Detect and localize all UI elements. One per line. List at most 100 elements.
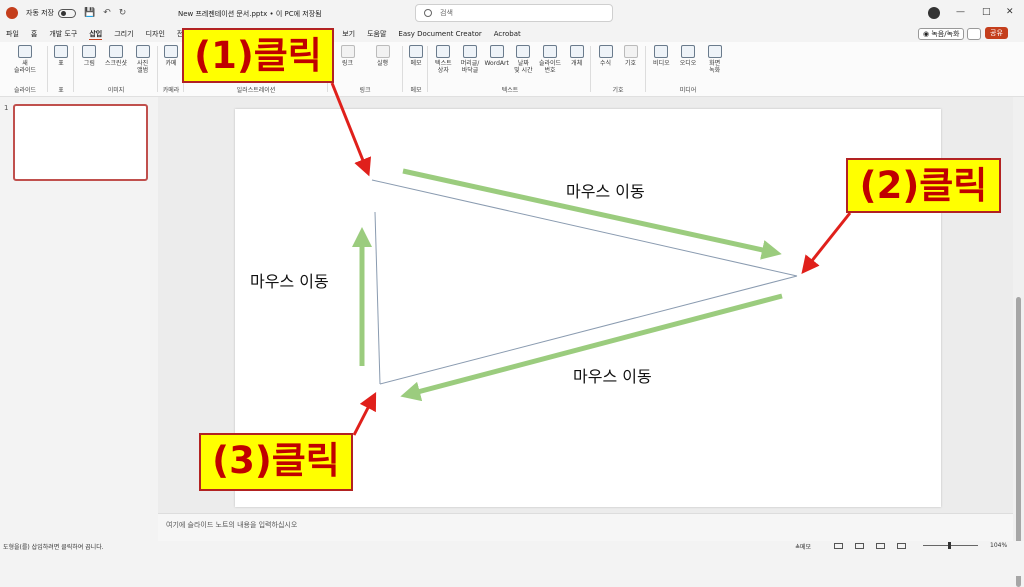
tab-14[interactable]: Acrobat [494,30,521,38]
zoom-level[interactable]: 104% [990,542,1007,549]
autosave-label: 자동 저장 [26,9,54,17]
ribbon-button-label: 오디오 [679,60,697,67]
ribbon-group-label: 링크 [359,87,371,94]
ribbon-button-icon [436,45,451,58]
ribbon-button-label: 기호 [624,60,637,67]
ribbon-button-icon [462,45,477,58]
user-avatar[interactable] [928,7,940,19]
ribbon-group-3: 카메 카메라 [160,42,182,97]
ribbon-button-label: 화면 녹화 [709,60,721,74]
notes-pane[interactable]: 여기에 슬라이드 노트의 내용을 입력하십시오 [158,513,1013,541]
redo-icon[interactable]: ↻ [119,8,127,18]
ribbon-button-7-0[interactable]: 텍스트 상자 [430,45,457,74]
ribbon-button-label: 텍스트 상자 [435,60,452,74]
ribbon-button-icon [54,45,68,58]
ribbon-group-8: 수식 기호 기호 [593,42,643,97]
ribbon-button-9-2[interactable]: 화면 녹화 [701,45,728,74]
ribbon-button-7-4[interactable]: 슬라이드 번호 [537,45,564,74]
click3-callout: (3)클릭 [199,433,353,491]
save-icon[interactable]: 💾 [84,8,95,18]
tab-0[interactable]: 파일 [6,29,19,39]
ribbon-button-6-0[interactable]: 메모 [405,45,427,67]
slide-number: 1 [4,104,9,112]
document-title[interactable]: New 프레젠테이션 문서.pptx • 이 PC에 저장됨 [178,9,322,19]
slide-thumbnail[interactable] [13,104,148,181]
ribbon-separator [590,46,591,92]
ribbon-button-1-0[interactable]: 표 [50,45,72,67]
minimize-button[interactable]: — [956,7,965,17]
ribbon-button-label: 메모 [410,60,422,67]
slideshow-icon[interactable] [897,543,906,549]
click2-callout: (2)클릭 [846,158,1001,213]
ribbon-button-label: 슬라이드 번호 [538,60,562,74]
ribbon-button-icon [654,45,669,58]
ribbon-button-label: 머리글/ 바닥글 [460,60,480,74]
ribbon-button-7-2[interactable]: WordArt [483,45,510,67]
ribbon-button-7-5[interactable]: 개체 [563,45,590,67]
ribbon-separator [427,46,428,92]
ribbon-group-7: 텍스트 상자 머리글/ 바닥글 WordArt 날짜 및 시간 슬라이드 번호 개체 텍스트 [430,42,590,97]
tab-13[interactable]: Easy Document Creator [398,30,481,38]
vertical-scrollbar[interactable] [1013,97,1024,587]
ribbon-button-2-2[interactable]: 사진 앨범 [129,45,156,74]
ribbon-button-icon [623,45,638,58]
ribbon-separator [73,46,74,92]
search-box[interactable]: 검색 [415,4,613,22]
ribbon-button-8-0[interactable]: 수식 [593,45,618,67]
tab-12[interactable]: 도움말 [367,29,386,39]
tab-1[interactable]: 홈 [31,29,37,39]
tab-3[interactable]: 삽입 [89,29,103,40]
ribbon-button-label: 실행 [376,60,389,67]
ribbon-button-5-1[interactable]: 실행 [365,45,400,67]
maximize-button[interactable]: □ [982,7,991,17]
ribbon-button-icon [489,45,504,58]
ribbon-button-label: 링크 [341,60,354,67]
ribbon-group-9: 비디오 오디오 화면 녹화 미디어 [648,42,728,97]
ribbon-button-7-3[interactable]: 날짜 및 시간 [510,45,537,74]
ribbon-button-9-0[interactable]: 비디오 [648,45,675,67]
ribbon-button-7-1[interactable]: 머리글/ 바닥글 [457,45,484,74]
undo-icon[interactable]: ↶ [103,8,111,18]
ribbon-button-label: WordArt [484,60,509,67]
ribbon-group-6: 메모 메모 [405,42,427,97]
zoom-slider-handle[interactable] [948,542,951,549]
tab-4[interactable]: 그리기 [114,29,133,39]
normal-view-icon[interactable] [834,543,843,549]
ribbon-button-label: 새 슬라이드 [13,60,37,74]
ribbon-button-icon [82,45,97,58]
ribbon-group-label: 이미지 [107,87,125,94]
status-message: 도형을(를) 삽입하려면 클릭하여 끕니다. [3,544,104,551]
ribbon-button-2-0[interactable]: 그림 [76,45,103,67]
ribbon-button-icon [542,45,557,58]
ribbon-button-label: 표 [58,60,64,67]
reading-view-icon[interactable] [876,543,885,549]
autosave-toggle[interactable] [58,8,76,18]
ribbon-button-8-1[interactable]: 기호 [618,45,643,67]
tab-5[interactable]: 디자인 [146,29,165,39]
ribbon-button-icon [569,45,584,58]
ribbon-separator [402,46,403,92]
notes-placeholder: 여기에 슬라이드 노트의 내용을 입력하십시오 [166,521,298,529]
ribbon-tabs: 파일홈개발 도구삽입그리기디자인전환애니메이션슬라이드 쇼기록검토보기도움말Ea… [0,26,1024,42]
tab-2[interactable]: 개발 도구 [49,29,77,39]
record-button[interactable]: ◉ 녹음/녹화 [918,28,965,40]
ribbon-group-5: 링크 실행 링크 [330,42,400,97]
ribbon-button-5-0[interactable]: 링크 [330,45,365,67]
slide-sorter-icon[interactable] [855,543,864,549]
notes-toggle-button[interactable]: ≜메모 [795,542,811,551]
search-icon [424,9,432,17]
ribbon-group-2: 그림 스크린샷 사진 앨범이미지 [76,42,156,97]
click1-callout: (1)클릭 [182,28,334,83]
share-button[interactable]: 공유 [985,27,1008,39]
ribbon-button-label: 스크린샷 [104,60,128,67]
ribbon-group-1: 표표 [50,42,72,97]
ribbon-button-2-1[interactable]: 스크린샷 [103,45,130,67]
ribbon-button-9-1[interactable]: 오디오 [675,45,702,67]
ribbon-button-3-0[interactable]: 카메 [160,45,182,67]
ribbon-button-icon [409,45,423,58]
ribbon-button-0-0[interactable]: 새 슬라이드 [4,45,46,74]
tab-11[interactable]: 보기 [342,29,355,39]
ribbon-button-label: 그림 [83,60,95,67]
comments-button[interactable] [967,28,981,40]
close-button[interactable]: ✕ [1006,7,1014,17]
